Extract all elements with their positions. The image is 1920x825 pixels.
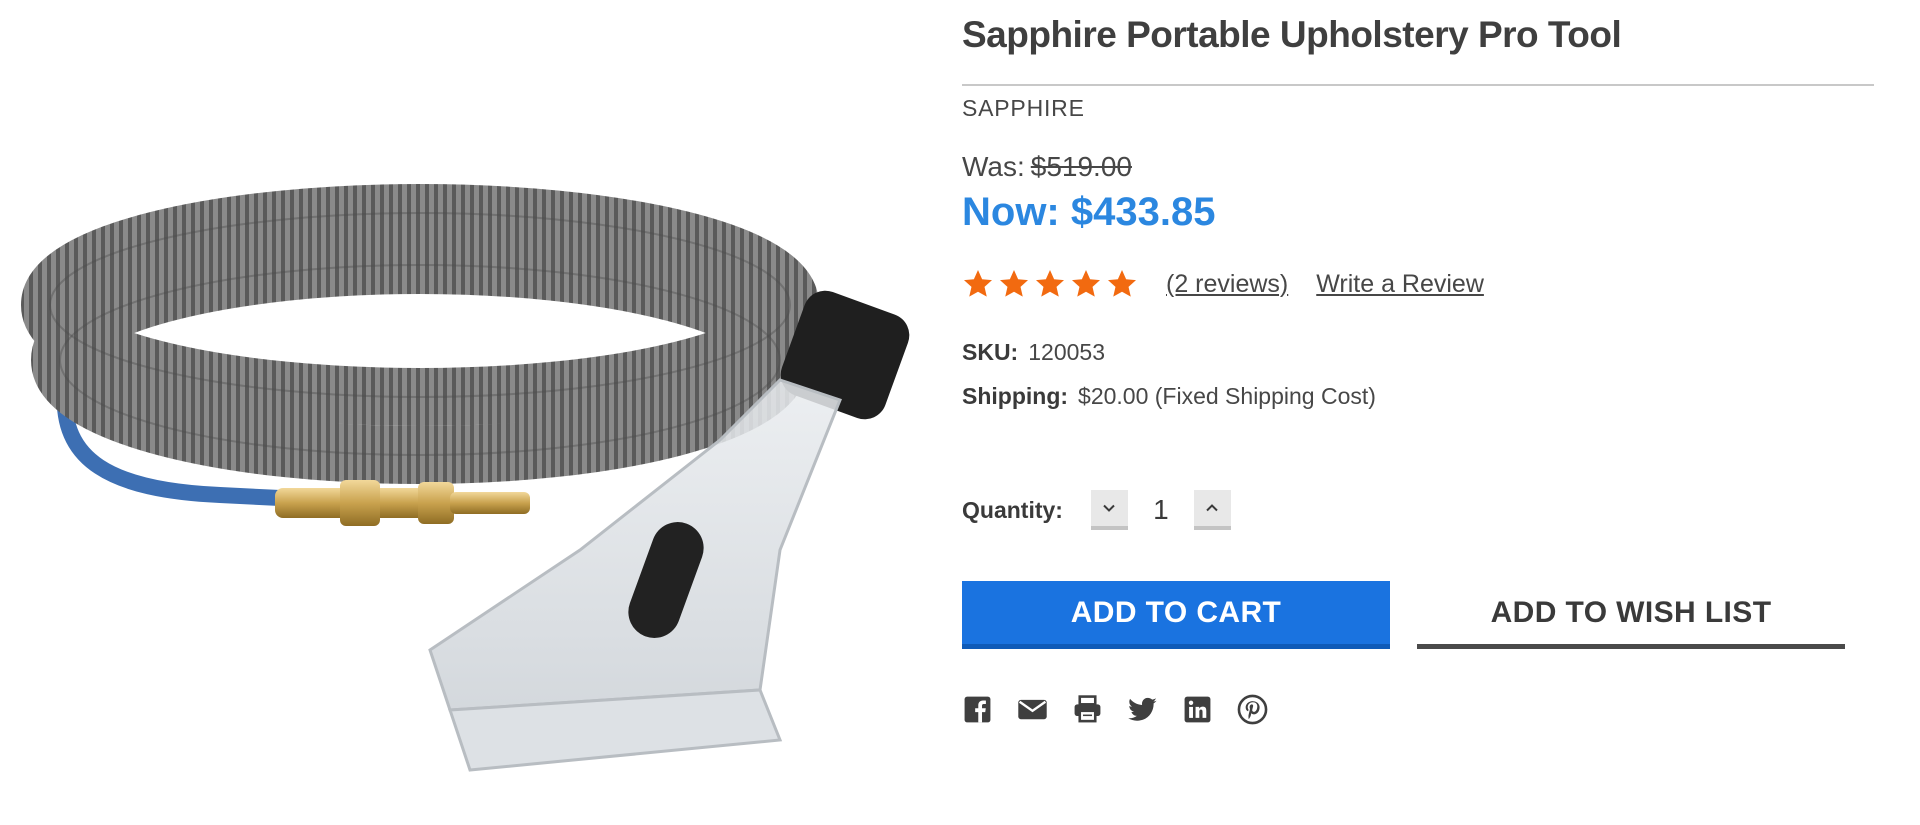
write-review-link[interactable]: Write a Review	[1316, 270, 1484, 299]
quantity-decrease-button[interactable]	[1090, 490, 1128, 530]
star-rating	[962, 268, 1138, 300]
sku-row: SKU: 120053	[962, 339, 1105, 366]
print-icon[interactable]	[1072, 694, 1103, 725]
sku-value: 120053	[1028, 339, 1105, 365]
now-price: Now: $433.85	[962, 190, 1216, 234]
twitter-icon[interactable]	[1127, 694, 1158, 725]
facebook-icon[interactable]	[962, 694, 993, 725]
email-icon[interactable]	[1017, 694, 1048, 725]
pinterest-icon[interactable]	[1237, 694, 1268, 725]
add-to-wishlist-button[interactable]: ADD TO WISH LIST	[1417, 581, 1845, 649]
title-divider	[962, 84, 1874, 86]
chevron-up-icon	[1206, 504, 1219, 512]
chevron-down-icon	[1103, 504, 1116, 512]
product-image	[20, 130, 920, 820]
star-icon	[1108, 270, 1136, 297]
star-icon	[1036, 270, 1064, 297]
star-icon	[1000, 270, 1028, 297]
quantity-row: Quantity: 1	[962, 490, 1231, 530]
shipping-value: $20.00 (Fixed Shipping Cost)	[1078, 383, 1376, 409]
sku-label: SKU:	[962, 339, 1019, 365]
was-price-value: $519.00	[1030, 151, 1132, 182]
star-icon	[1072, 270, 1100, 297]
quantity-increase-button[interactable]	[1193, 490, 1231, 530]
quantity-label: Quantity:	[962, 496, 1063, 523]
shipping-label: Shipping:	[962, 383, 1069, 409]
quantity-input[interactable]: 1	[1128, 494, 1194, 526]
product-brand[interactable]: SAPPHIRE	[962, 95, 1085, 122]
add-to-cart-button[interactable]: ADD TO CART	[962, 581, 1390, 649]
shipping-row: Shipping: $20.00 (Fixed Shipping Cost)	[962, 383, 1376, 410]
product-title: Sapphire Portable Upholstery Pro Tool	[962, 14, 1622, 55]
was-price-label: Was:	[962, 151, 1025, 182]
reviews-link[interactable]: (2 reviews)	[1166, 270, 1288, 299]
rating-row: (2 reviews) Write a Review	[962, 268, 1484, 300]
share-icons	[962, 694, 1268, 725]
was-price: Was: $519.00	[962, 151, 1132, 183]
product-photo	[21, 184, 910, 772]
linkedin-icon[interactable]	[1182, 694, 1213, 725]
star-icon	[964, 270, 992, 297]
